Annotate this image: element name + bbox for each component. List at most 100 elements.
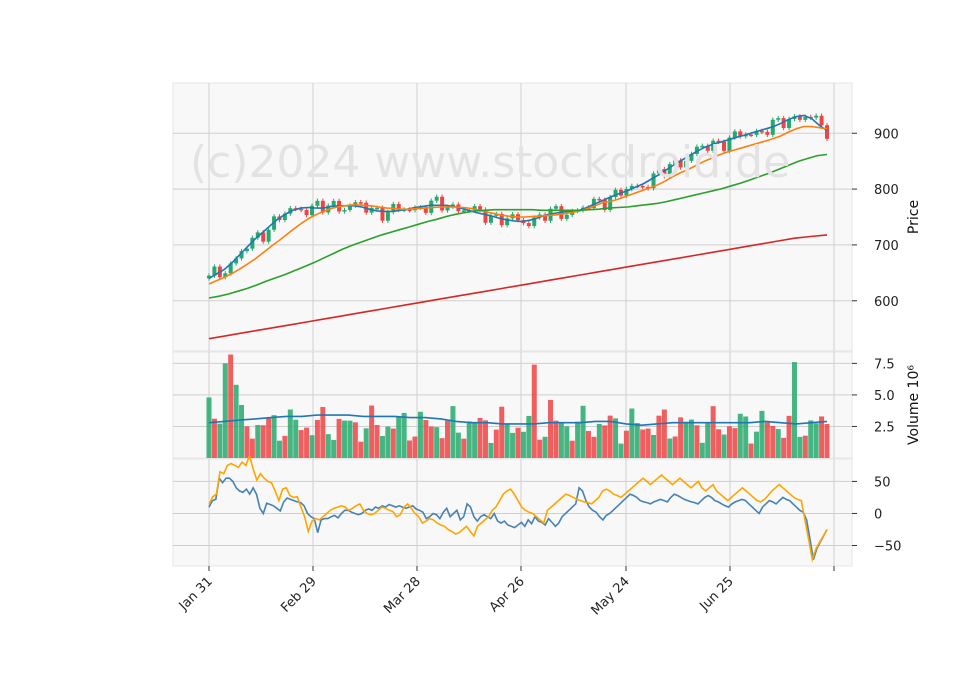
volume-bar [336, 418, 342, 458]
volume-bar [770, 425, 776, 458]
volume-bar [396, 416, 402, 458]
volume-bar [493, 429, 499, 458]
volume-bar [217, 423, 223, 458]
volume-bar [824, 423, 830, 458]
volume-bar [721, 434, 727, 458]
x-axis: Jan 31 Feb 29 Mar 28 Apr 26 May 24 Jun 25 [176, 566, 835, 618]
volume-bar [705, 422, 711, 458]
volume-bar [499, 406, 505, 458]
volume-bar [661, 409, 667, 458]
volume-bar [580, 405, 586, 458]
price-tick-label: 900 [874, 127, 899, 142]
volume-panel: 2.5 5.0 7.5 Volume 10⁶ [172, 351, 922, 459]
volume-bar [629, 408, 635, 458]
candle-body [765, 131, 770, 135]
candle-body [825, 125, 829, 139]
price-axis-label: Price [906, 200, 922, 234]
volume-bar [255, 425, 261, 458]
volume-bar [504, 423, 510, 458]
candle-body [461, 210, 466, 212]
volume-bar [331, 439, 337, 458]
volume-bar [699, 442, 705, 458]
candle-body [478, 206, 483, 210]
volume-bar [369, 405, 375, 458]
volume-bar [249, 438, 255, 458]
volume-bar [759, 410, 765, 458]
indicator-tick-label: 50 [874, 475, 891, 490]
volume-bar [211, 418, 217, 458]
volume-bar [461, 438, 467, 458]
volume-bar [472, 422, 478, 458]
volume-bar [575, 421, 581, 458]
volume-bar [672, 436, 678, 458]
volume-bar [732, 428, 738, 458]
volume-bar [239, 405, 245, 458]
volume-bar [455, 432, 461, 458]
volume-tick-label: 7.5 [874, 357, 895, 372]
volume-bar [553, 420, 559, 458]
volume-bar [309, 435, 315, 458]
price-tick-label: 600 [874, 295, 899, 310]
volume-bar [298, 430, 304, 458]
x-tick-label: Mar 28 [381, 574, 424, 617]
x-tick-label: Jan 31 [176, 574, 216, 614]
volume-bar [797, 436, 803, 458]
candle-body [776, 118, 781, 120]
candle-body [385, 212, 390, 221]
volume-bar [293, 419, 299, 458]
volume-bar [618, 443, 624, 458]
volume-bar [488, 442, 494, 458]
volume-bar [439, 438, 445, 458]
volume-bar [266, 417, 272, 458]
volume-bar [548, 399, 554, 458]
volume-bar [613, 418, 619, 458]
volume-bar [623, 430, 629, 458]
volume-tick-label: 2.5 [874, 420, 895, 435]
candle-body [315, 200, 320, 206]
volume-bar [385, 426, 391, 458]
volume-bar [347, 420, 353, 458]
volume-bar [764, 422, 770, 458]
volume-bar [374, 425, 380, 458]
indicator-background [172, 458, 853, 567]
indicator-panel: 50 0 −50 [172, 453, 901, 567]
volume-bar [602, 425, 608, 458]
volume-bar [531, 364, 537, 458]
volume-bar [710, 406, 716, 458]
volume-bar [466, 421, 472, 458]
volume-tick-label: 5.0 [874, 389, 895, 404]
volume-bar [401, 412, 407, 458]
volume-bar [591, 436, 597, 458]
volume-bar [233, 384, 239, 458]
candle-body [564, 214, 569, 219]
candle-body [819, 115, 824, 126]
volume-bar [791, 362, 797, 458]
volume-bar [813, 423, 819, 458]
volume-bar [737, 413, 743, 458]
volume-bar [244, 426, 250, 458]
volume-bar [726, 426, 732, 458]
candle-body [434, 196, 439, 201]
x-tick-label: May 24 [589, 574, 633, 618]
volume-bar [450, 406, 456, 458]
volume-bar [390, 428, 396, 458]
volume-bar [645, 428, 651, 458]
volume-bar [748, 443, 754, 458]
candle-body [440, 196, 445, 211]
price-panel: 600 700 800 900 Price [172, 82, 922, 352]
candle-body [597, 198, 602, 201]
volume-bar [379, 435, 385, 458]
volume-bar [260, 425, 266, 458]
volume-bar [688, 419, 694, 458]
price-tick-label: 700 [874, 239, 899, 254]
volume-bar [412, 436, 418, 458]
volume-bar [754, 431, 760, 458]
x-tick-label: Feb 29 [278, 574, 320, 616]
candle-body [526, 223, 531, 227]
volume-bar [564, 426, 570, 458]
volume-bar [640, 429, 646, 458]
volume-bar [271, 415, 277, 458]
price-tick-label: 800 [874, 183, 899, 198]
volume-bar [526, 415, 532, 458]
volume-bar [428, 426, 434, 458]
